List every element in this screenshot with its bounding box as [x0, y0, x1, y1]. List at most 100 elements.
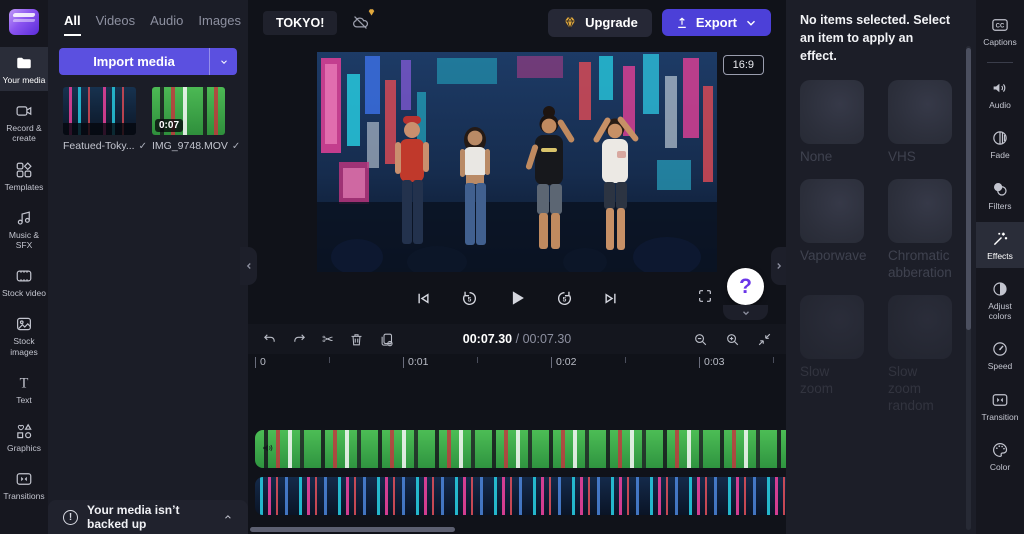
media-item-img9748[interactable]: 0:07 IMG_9748.MOV ✓ [152, 87, 225, 152]
media-thumbnail [63, 87, 136, 135]
sidebar-item-adjust-colors[interactable]: Adjust colors [976, 272, 1024, 328]
editor-center: TOKYO! Upgrade Export [248, 0, 786, 534]
svg-text:T: T [20, 375, 29, 391]
skip-forward-icon [601, 289, 620, 308]
sidebar-item-record-create[interactable]: Record & create [0, 95, 48, 149]
shapes-icon [15, 422, 33, 440]
filters-icon [991, 180, 1009, 198]
zoom-out-button[interactable] [693, 332, 708, 347]
aspect-ratio-badge[interactable]: 16:9 [723, 55, 764, 75]
redo-icon [292, 332, 307, 347]
tab-audio[interactable]: Audio [150, 13, 183, 36]
fullscreen-button[interactable] [697, 288, 713, 304]
tab-images[interactable]: Images [198, 13, 241, 36]
collapse-effects-panel-button[interactable] [771, 247, 786, 285]
clipchamp-logo-icon[interactable] [9, 9, 39, 35]
redo-button[interactable] [292, 332, 307, 347]
sidebar-item-your-media[interactable]: Your media [0, 47, 48, 91]
collapse-media-panel-button[interactable] [240, 247, 257, 285]
sidebar-item-label: Your media [3, 75, 46, 85]
timeline-ruler[interactable]: 0 0:01 0:02 0:03 [255, 356, 786, 372]
play-button[interactable] [506, 287, 528, 309]
undo-button[interactable] [262, 332, 277, 347]
media-item-tokyo[interactable]: Featued-Toky... ✓ [63, 87, 136, 152]
skip-to-start-button[interactable] [414, 289, 433, 308]
media-thumbnail: 0:07 [152, 87, 225, 135]
sidebar-item-text[interactable]: T Text [0, 367, 48, 411]
right-sidebar: CC Captions Audio Fade Filters Effects A… [976, 0, 1024, 534]
cloud-backup-off-button[interactable] [351, 13, 370, 32]
zoom-in-button[interactable] [725, 332, 740, 347]
upgrade-button[interactable]: Upgrade [548, 9, 652, 37]
forward-5s-icon: 5 [555, 289, 574, 308]
sidebar-item-stock-images[interactable]: Stock images [0, 308, 48, 362]
effect-thumbnail [888, 295, 952, 359]
effect-label: VHS [888, 149, 952, 166]
fit-timeline-button[interactable] [757, 332, 772, 347]
backup-notice-bar[interactable]: ! Your media isn’t backed up [48, 500, 248, 534]
tab-videos[interactable]: Videos [96, 13, 136, 36]
sidebar-item-audio[interactable]: Audio [976, 71, 1024, 117]
import-options-caret[interactable] [209, 48, 237, 75]
text-icon: T [15, 374, 33, 392]
play-icon [506, 287, 528, 309]
video-preview[interactable] [317, 52, 717, 272]
undo-icon [262, 332, 277, 347]
sidebar-item-effects[interactable]: Effects [976, 222, 1024, 268]
export-button[interactable]: Export [662, 9, 771, 36]
sidebar-item-transition[interactable]: Transition [976, 383, 1024, 429]
chevron-right-icon [774, 261, 784, 271]
question-icon: ? [739, 275, 752, 299]
ruler-label: 0:03 [704, 356, 724, 368]
timeline-horizontal-scrollbar[interactable] [250, 527, 455, 532]
sidebar-item-filters[interactable]: Filters [976, 172, 1024, 218]
timeline-clip-greenscreen[interactable] [255, 430, 786, 468]
project-title[interactable]: TOKYO! [263, 11, 337, 35]
sidebar-item-music-sfx[interactable]: Music & SFX [0, 202, 48, 256]
ruler-label: 0:02 [556, 356, 576, 368]
left-sidebar: Your media Record & create Templates Mus… [0, 0, 48, 534]
sidebar-item-transitions[interactable]: Transitions [0, 463, 48, 507]
effect-option-vhs[interactable]: VHS [888, 80, 952, 179]
effects-scrollbar-thumb[interactable] [966, 48, 971, 330]
help-button[interactable]: ? [727, 268, 764, 305]
sidebar-item-color[interactable]: Color [976, 433, 1024, 479]
sidebar-item-speed[interactable]: Speed [976, 332, 1024, 378]
transitions-icon [15, 470, 33, 488]
sidebar-item-graphics[interactable]: Graphics [0, 415, 48, 459]
timeline-clip-tokyo[interactable] [255, 477, 786, 515]
sidebar-item-fade[interactable]: Fade [976, 121, 1024, 167]
delete-button[interactable] [349, 332, 364, 347]
effect-option-chromatic-abberation[interactable]: Chromatic abberation [888, 179, 952, 295]
forward-5s-button[interactable]: 5 [555, 289, 574, 308]
split-button[interactable]: ✂ [322, 331, 334, 348]
tab-all[interactable]: All [64, 13, 81, 36]
fit-to-screen-icon [757, 332, 772, 347]
sidebar-item-stock-video[interactable]: Stock video [0, 260, 48, 304]
image-icon [15, 315, 33, 333]
zoom-out-icon [693, 332, 708, 347]
clipchamp-app: Your media Record & create Templates Mus… [0, 0, 1024, 534]
chevron-up-icon [223, 511, 233, 523]
sidebar-item-label: Color [990, 462, 1010, 472]
collapse-preview-button[interactable] [723, 305, 768, 320]
duplicate-icon [379, 332, 394, 347]
preview-frame [317, 52, 717, 272]
effects-grid: None VHS Vaporwave Chromatic abberation … [800, 80, 962, 427]
rewind-5s-button[interactable]: 5 [460, 289, 479, 308]
skip-to-end-button[interactable] [601, 289, 620, 308]
effect-option-vaporwave[interactable]: Vaporwave [800, 179, 864, 295]
sidebar-item-captions[interactable]: CC Captions [976, 8, 1024, 54]
effect-thumbnail [800, 179, 864, 243]
sidebar-item-templates[interactable]: Templates [0, 154, 48, 198]
chevron-down-icon [741, 308, 751, 318]
import-media-button[interactable]: Import media [59, 48, 237, 75]
effect-option-slow-zoom-random[interactable]: Slow zoom random [888, 295, 952, 428]
effect-option-none[interactable]: None [800, 80, 864, 179]
svg-text:CC: CC [996, 24, 1005, 30]
media-panel: All Videos Audio Images Import media Fea… [48, 0, 248, 534]
duplicate-button[interactable] [379, 332, 394, 347]
effect-option-slow-zoom[interactable]: Slow zoom [800, 295, 864, 428]
palette-icon [991, 441, 1009, 459]
timecode-display: 00:07.30 / 00:07.30 [463, 332, 571, 346]
